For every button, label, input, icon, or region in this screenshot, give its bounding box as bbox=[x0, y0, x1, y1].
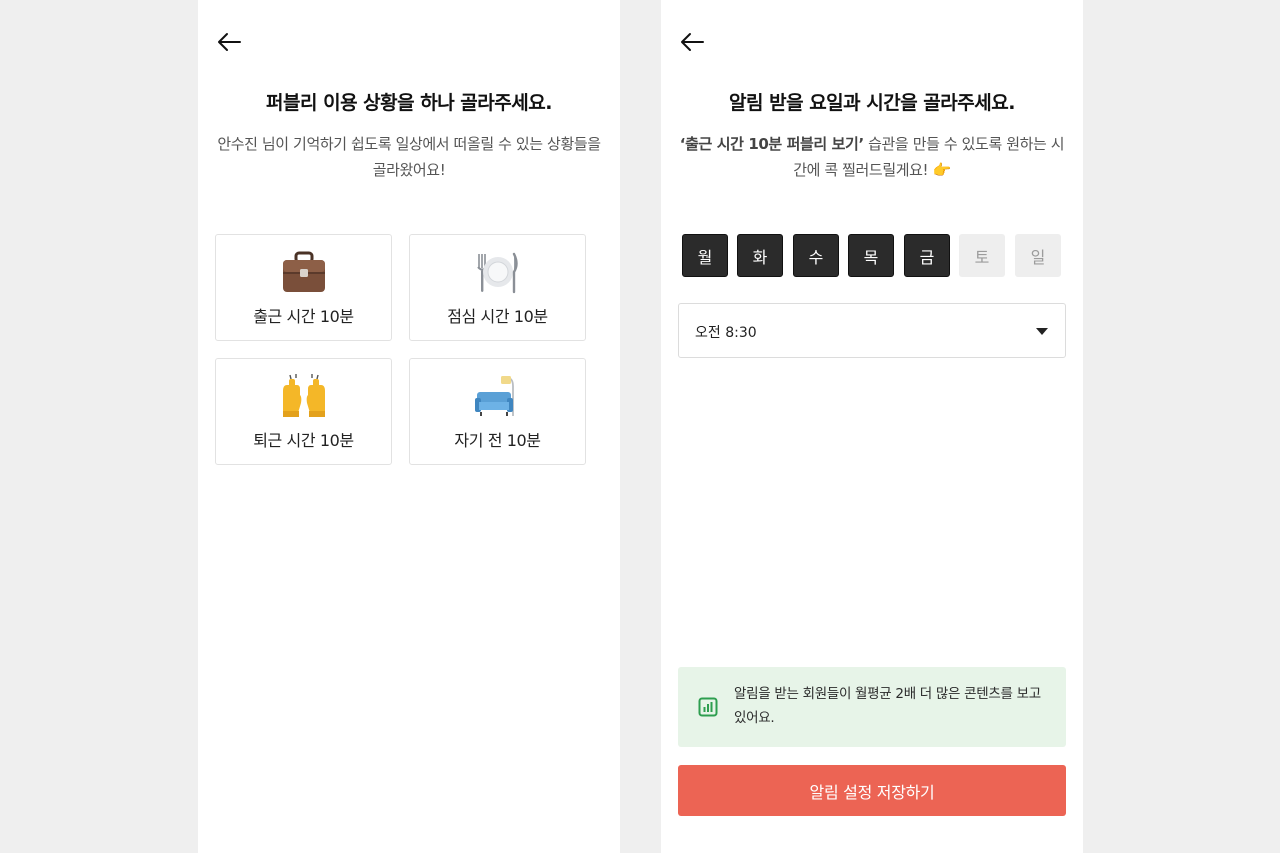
day-wednesday-button[interactable]: 수 bbox=[793, 234, 839, 277]
page-subtitle: 안수진 님이 기억하기 쉽도록 일상에서 떠올릴 수 있는 상황들을 골라왔어요… bbox=[217, 135, 601, 179]
option-card-leave-work[interactable]: 퇴근 시간 10분 bbox=[215, 358, 392, 465]
option-card-lunch[interactable]: 점심 시간 10분 bbox=[409, 234, 586, 341]
situation-screen: 퍼블리 이용 상황을 하나 골라주세요. 안수진 님이 기억하기 쉽도록 일상에… bbox=[198, 0, 620, 853]
raising-hands-icon bbox=[216, 371, 391, 421]
notification-screen: 알림 받을 요일과 시간을 골라주세요. ‘출근 시간 10분 퍼블리 보기’ … bbox=[661, 0, 1083, 853]
page-title: 알림 받을 요일과 시간을 골라주세요. bbox=[729, 92, 1015, 114]
option-label: 자기 전 10분 bbox=[454, 431, 541, 450]
day-thursday-button[interactable]: 목 bbox=[848, 234, 894, 277]
option-card-bedtime[interactable]: 자기 전 10분 bbox=[409, 358, 586, 465]
habit-name: ‘출근 시간 10분 퍼블리 보기’ bbox=[679, 135, 864, 153]
bar-chart-icon bbox=[698, 697, 718, 717]
chevron-down-icon bbox=[1036, 328, 1048, 335]
page-subtitle: ‘출근 시간 10분 퍼블리 보기’ 습관을 만들 수 있도록 원하는 시간에 … bbox=[679, 131, 1065, 183]
time-select[interactable]: 오전 8:30 bbox=[678, 303, 1066, 358]
info-text: 알림을 받는 회원들이 월평균 2배 더 많은 콘텐츠를 보고 있어요. bbox=[734, 686, 1041, 726]
day-friday-button[interactable]: 금 bbox=[904, 234, 950, 277]
day-monday-button[interactable]: 월 bbox=[682, 234, 728, 277]
plate-cutlery-icon bbox=[410, 247, 585, 297]
save-settings-button[interactable]: 알림 설정 저장하기 bbox=[678, 765, 1066, 816]
option-card-commute[interactable]: 출근 시간 10분 bbox=[215, 234, 392, 341]
info-banner: 알림을 받는 회원들이 월평균 2배 더 많은 콘텐츠를 보고 있어요. bbox=[678, 667, 1066, 747]
day-saturday-button[interactable]: 토 bbox=[959, 234, 1005, 277]
page-title: 퍼블리 이용 상황을 하나 골라주세요. bbox=[266, 92, 552, 114]
back-arrow-icon[interactable] bbox=[679, 30, 705, 54]
day-sunday-button[interactable]: 일 bbox=[1015, 234, 1061, 277]
option-label: 퇴근 시간 10분 bbox=[253, 431, 354, 450]
briefcase-icon bbox=[216, 247, 391, 297]
day-tuesday-button[interactable]: 화 bbox=[737, 234, 783, 277]
couch-lamp-icon bbox=[410, 371, 585, 421]
option-label: 점심 시간 10분 bbox=[447, 307, 548, 326]
time-select-value: 오전 8:30 bbox=[695, 325, 757, 341]
option-label: 출근 시간 10분 bbox=[253, 307, 354, 326]
back-arrow-icon[interactable] bbox=[216, 30, 242, 54]
